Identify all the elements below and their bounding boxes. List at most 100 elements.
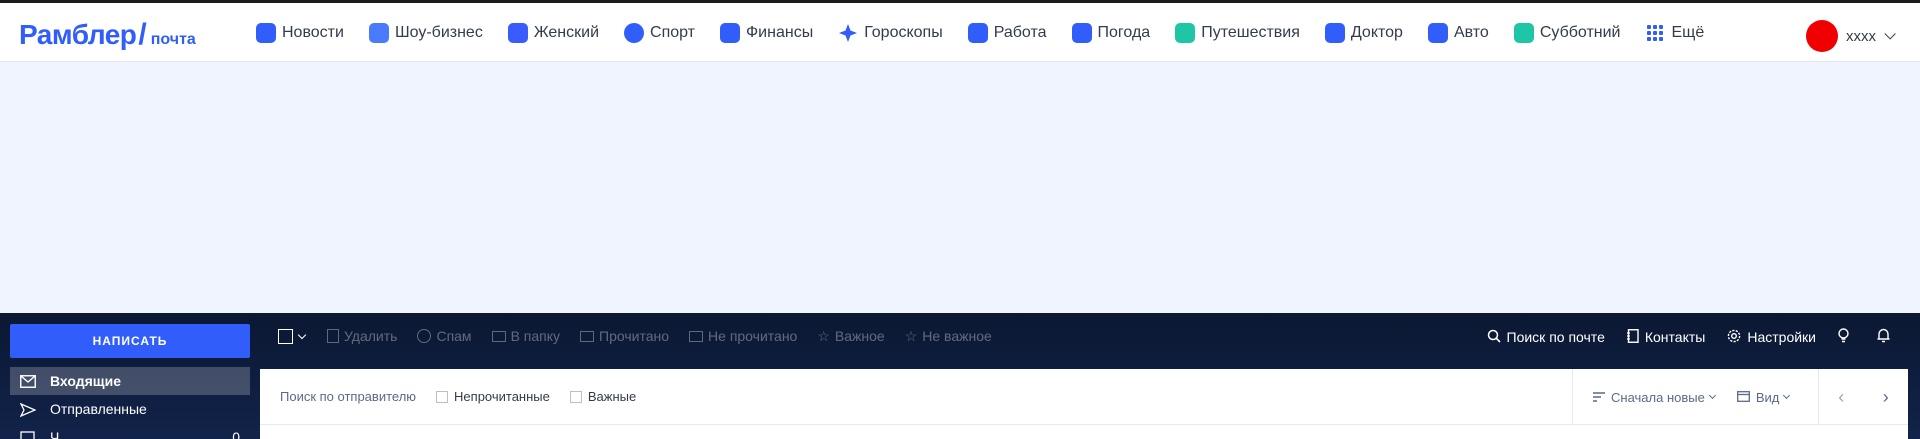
- mark-not-important-button[interactable]: ☆ Не важное: [905, 328, 992, 344]
- gear-icon: [1727, 329, 1741, 345]
- nav-label: Гороскопы: [864, 24, 943, 41]
- robot-icon: [1513, 23, 1534, 43]
- mark-read-button[interactable]: Прочитано: [580, 328, 669, 344]
- move-label: В папку: [510, 328, 561, 344]
- folder-label: Входящие: [50, 373, 121, 389]
- portal-nav: Новости Шоу-бизнес Женский Спорт Финансы Горо…: [256, 23, 1729, 43]
- wallet-icon: [720, 23, 741, 43]
- move-to-folder-button[interactable]: В папку: [491, 328, 561, 344]
- contacts-icon: [1626, 328, 1639, 345]
- nav-label: Работа: [993, 24, 1047, 41]
- microphone-icon: [368, 23, 389, 43]
- chevron-down-icon: [1783, 391, 1791, 400]
- message-list-panel: Поиск по отправителю Непрочитанные Важны…: [260, 369, 1908, 439]
- delete-button[interactable]: Удалить: [327, 328, 397, 344]
- next-page-icon[interactable]: ›: [1883, 388, 1889, 406]
- nav-label: Спорт: [650, 24, 696, 41]
- nav-item-6[interactable]: Работа: [967, 23, 1047, 43]
- unread-icon: [689, 330, 704, 342]
- star-outline-icon: ☆: [904, 328, 918, 344]
- view-label: Вид: [1755, 389, 1780, 405]
- nav-label: Путешествия: [1201, 24, 1300, 41]
- user-name: xxxx: [1846, 27, 1876, 45]
- ad-banner-area: [0, 62, 1920, 313]
- nav-item-0[interactable]: Новости: [256, 23, 344, 43]
- mail-search-label: Поиск по почте: [1506, 328, 1605, 345]
- nav-item-8[interactable]: Путешествия: [1175, 23, 1300, 43]
- tips-button[interactable]: [1838, 328, 1855, 345]
- contacts-label: Контакты: [1644, 328, 1706, 345]
- nav-label: Авто: [1453, 24, 1489, 41]
- important-checkbox[interactable]: [569, 390, 582, 403]
- nav-item-2[interactable]: Женский: [507, 23, 599, 43]
- ball-icon: [624, 23, 645, 43]
- nav-item-3[interactable]: Спорт: [624, 23, 695, 43]
- mail-search-button[interactable]: Поиск по почте: [1487, 329, 1605, 345]
- nav-item-12[interactable]: Ещё: [1645, 23, 1704, 43]
- settings-button[interactable]: Настройки: [1727, 329, 1816, 345]
- star-icon: [838, 23, 858, 43]
- message-toolbar: Удалить Спам В папку Прочитано Не прочит…: [278, 328, 1012, 344]
- folder-sent[interactable]: Отправленные: [10, 395, 250, 423]
- nav-item-7[interactable]: Погода: [1071, 23, 1150, 43]
- sender-search-input[interactable]: Поиск по отправителю: [280, 389, 416, 404]
- view-icon: [1736, 390, 1750, 405]
- nav-label: Субботний: [1539, 24, 1621, 41]
- lightbulb-icon: [1838, 328, 1849, 345]
- sort-dropdown[interactable]: Сначала новые: [1593, 389, 1716, 405]
- read-icon: [580, 330, 595, 342]
- news-icon: [256, 23, 276, 43]
- unread-checkbox[interactable]: [436, 390, 449, 403]
- nav-item-4[interactable]: Финансы: [720, 23, 813, 43]
- contacts-button[interactable]: Контакты: [1626, 328, 1706, 345]
- important-filter[interactable]: Важные: [569, 389, 636, 404]
- unread-filter[interactable]: Непрочитанные: [436, 389, 550, 404]
- folder-count: 0: [232, 429, 240, 439]
- notifications-button[interactable]: [1877, 328, 1896, 345]
- star-icon: ☆: [817, 328, 830, 344]
- briefcase-icon: [967, 23, 988, 43]
- sort-label: Сначала новые: [1611, 389, 1705, 405]
- logo-slash: /: [138, 18, 147, 51]
- grid-icon: [1645, 23, 1665, 43]
- message-row[interactable]: [260, 425, 1908, 439]
- nav-item-9[interactable]: Доктор: [1324, 23, 1403, 43]
- nav-label: Новости: [282, 24, 344, 41]
- palm-icon: [1175, 23, 1196, 43]
- folder-drafts[interactable]: Ч 0: [10, 423, 250, 439]
- logo-subtitle: почта: [150, 31, 196, 48]
- nav-item-11[interactable]: Субботний: [1513, 23, 1621, 43]
- folder-inbox[interactable]: Входящие: [10, 367, 250, 395]
- filter-bar: Поиск по отправителю Непрочитанные Важны…: [260, 369, 1908, 425]
- crown-icon: [507, 23, 528, 43]
- spam-button[interactable]: Спам: [417, 328, 472, 344]
- compose-button[interactable]: НАПИСАТЬ: [10, 324, 250, 358]
- sent-icon: [19, 402, 37, 417]
- mark-important-button[interactable]: ☆ Важное: [817, 328, 884, 344]
- medicine-icon: [1324, 23, 1345, 43]
- mail-right-tools: Поиск по почте Контакты Настройки: [1465, 328, 1896, 345]
- avatar[interactable]: [1806, 20, 1838, 52]
- user-menu[interactable]: xxxx: [1806, 20, 1896, 52]
- select-all-checkbox[interactable]: [278, 328, 293, 344]
- nav-item-10[interactable]: Авто: [1427, 23, 1489, 43]
- settings-label: Настройки: [1747, 328, 1816, 345]
- view-dropdown[interactable]: Вид: [1736, 389, 1791, 405]
- pagination: ‹ ›: [1818, 369, 1908, 425]
- unread-filter-label: Непрочитанные: [454, 389, 550, 404]
- trash-icon: [327, 329, 339, 343]
- prev-page-icon[interactable]: ‹: [1838, 388, 1844, 406]
- sort-icon: [1593, 390, 1605, 405]
- umbrella-icon: [1071, 23, 1092, 43]
- rambler-mail-logo[interactable]: Рамблер / почта: [19, 18, 196, 52]
- unread-label: Не прочитано: [708, 328, 798, 344]
- chevron-down-icon: [1708, 391, 1716, 400]
- nav-item-1[interactable]: Шоу-бизнес: [368, 23, 483, 43]
- logo-wordmark: Рамблер: [19, 19, 137, 50]
- folder-list: Входящие Отправленные Ч 0: [10, 367, 250, 439]
- folder-label: Ч: [50, 429, 60, 439]
- select-menu-chevron-icon[interactable]: [297, 330, 307, 339]
- inbox-icon: [20, 374, 36, 388]
- nav-item-5[interactable]: Гороскопы: [838, 23, 943, 43]
- mark-unread-button[interactable]: Не прочитано: [689, 328, 797, 344]
